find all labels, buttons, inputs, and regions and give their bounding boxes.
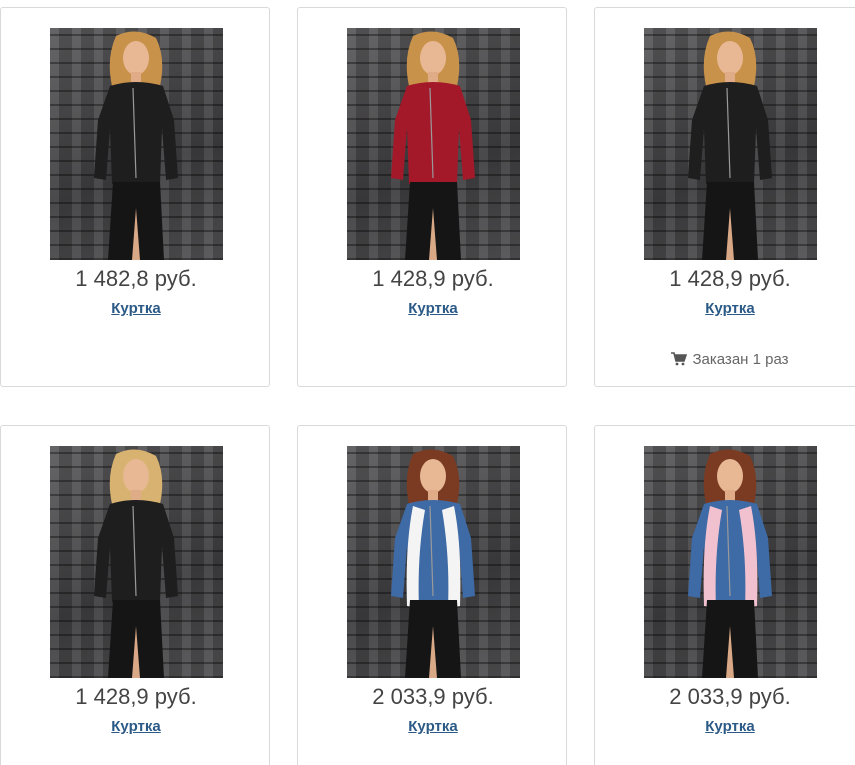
product-photo[interactable] — [644, 446, 817, 678]
product-price: 1 428,9 руб. — [75, 684, 197, 709]
product-card[interactable]: 1 428,9 руб. Куртка Заказан 1 раз — [594, 7, 855, 387]
product-title-link[interactable]: Куртка — [595, 300, 855, 317]
cart-icon — [671, 352, 688, 366]
model-illustration — [391, 449, 475, 678]
ordered-count: Заказан 1 раз — [595, 351, 855, 368]
product-photo[interactable] — [50, 446, 223, 678]
product-price: 1 428,9 руб. — [669, 266, 791, 291]
product-grid: 1 482,8 руб. Куртка 1 428,9 руб. Куртка … — [0, 0, 855, 765]
product-photo[interactable] — [347, 446, 520, 678]
product-card[interactable]: 1 428,9 руб. Куртка — [0, 425, 270, 765]
model-illustration — [688, 449, 772, 678]
product-card[interactable]: 1 482,8 руб. Куртка — [0, 7, 270, 387]
product-title-link[interactable]: Куртка — [595, 718, 855, 735]
product-title-link[interactable]: Куртка — [1, 718, 271, 735]
product-title-link[interactable]: Куртка — [298, 718, 568, 735]
product-photo[interactable] — [347, 28, 520, 260]
model-illustration — [94, 449, 178, 678]
product-title-link[interactable]: Куртка — [1, 300, 271, 317]
model-illustration — [94, 31, 178, 260]
product-photo[interactable] — [644, 28, 817, 260]
product-card[interactable]: 2 033,9 руб. Куртка — [594, 425, 855, 765]
product-price: 1 482,8 руб. — [75, 266, 197, 291]
model-illustration — [391, 31, 475, 260]
model-illustration — [688, 31, 772, 260]
product-photo[interactable] — [50, 28, 223, 260]
product-card[interactable]: 1 428,9 руб. Куртка — [297, 7, 567, 387]
product-title-link[interactable]: Куртка — [298, 300, 568, 317]
ordered-count-label: Заказан 1 раз — [692, 351, 789, 368]
product-price: 1 428,9 руб. — [372, 266, 494, 291]
product-price: 2 033,9 руб. — [372, 684, 494, 709]
product-card[interactable]: 2 033,9 руб. Куртка — [297, 425, 567, 765]
product-price: 2 033,9 руб. — [669, 684, 791, 709]
